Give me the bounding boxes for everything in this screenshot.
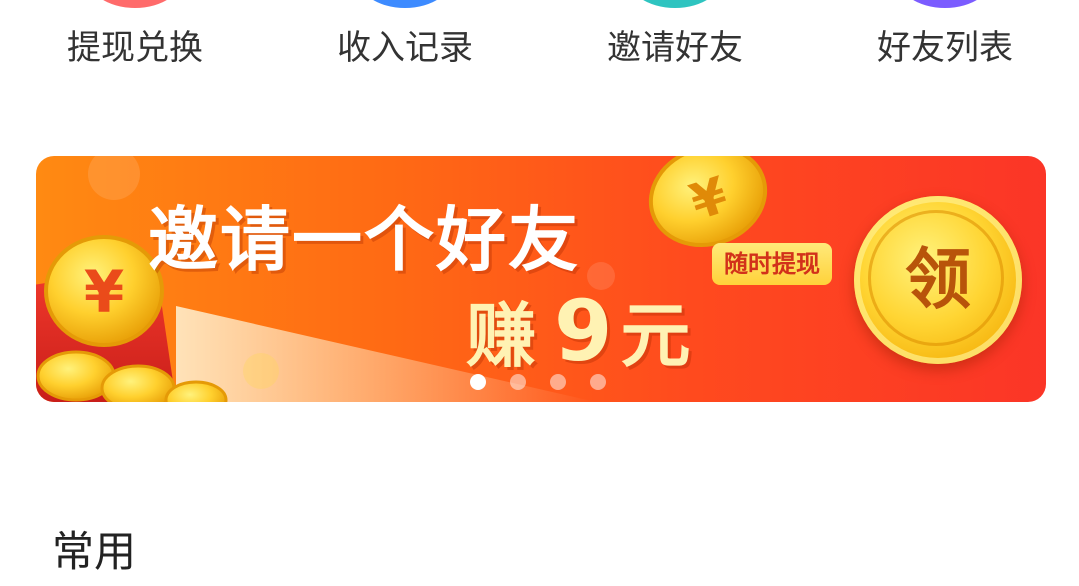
carousel-dot[interactable] xyxy=(510,374,526,390)
withdraw-icon xyxy=(85,0,185,8)
withdraw-anytime-badge: 随时提现 xyxy=(712,243,832,285)
income-record-icon xyxy=(355,0,455,8)
quick-actions: 提现兑换 收入记录 邀请好友 好友列表 xyxy=(0,0,1079,90)
reward-amount: 9 xyxy=(554,282,613,380)
invite-promo-banner[interactable]: ¥ ¥ 邀请一个好友 赚9元 随时提现 领 xyxy=(36,156,1046,402)
claim-coin-button[interactable]: 领 xyxy=(854,196,1022,364)
income-record-label: 收入记录 xyxy=(337,28,473,68)
invite-friend-label: 邀请好友 xyxy=(607,28,743,68)
carousel-dot[interactable] xyxy=(590,374,606,390)
friend-list-icon xyxy=(895,0,995,8)
invite-friend-button[interactable]: 邀请好友 xyxy=(555,0,795,90)
withdraw-exchange-label: 提现兑换 xyxy=(67,28,203,68)
banner-title: 邀请一个好友 xyxy=(148,199,580,281)
banner-reward-text: 赚9元 xyxy=(466,280,690,381)
carousel-dot[interactable] xyxy=(550,374,566,390)
withdraw-exchange-button[interactable]: 提现兑换 xyxy=(15,0,255,90)
invite-friend-icon xyxy=(625,0,725,8)
friend-list-button[interactable]: 好友列表 xyxy=(825,0,1065,90)
friend-list-label: 好友列表 xyxy=(877,28,1013,68)
carousel-indicator xyxy=(470,374,630,392)
envelope-coin-symbol: ¥ xyxy=(84,258,124,326)
income-record-button[interactable]: 收入记录 xyxy=(285,0,525,90)
claim-label: 领 xyxy=(905,241,971,318)
carousel-dot[interactable] xyxy=(470,374,486,390)
section-title-common: 常用 xyxy=(52,527,137,576)
reward-verb: 赚 xyxy=(466,295,536,377)
reward-unit: 元 xyxy=(620,295,691,377)
